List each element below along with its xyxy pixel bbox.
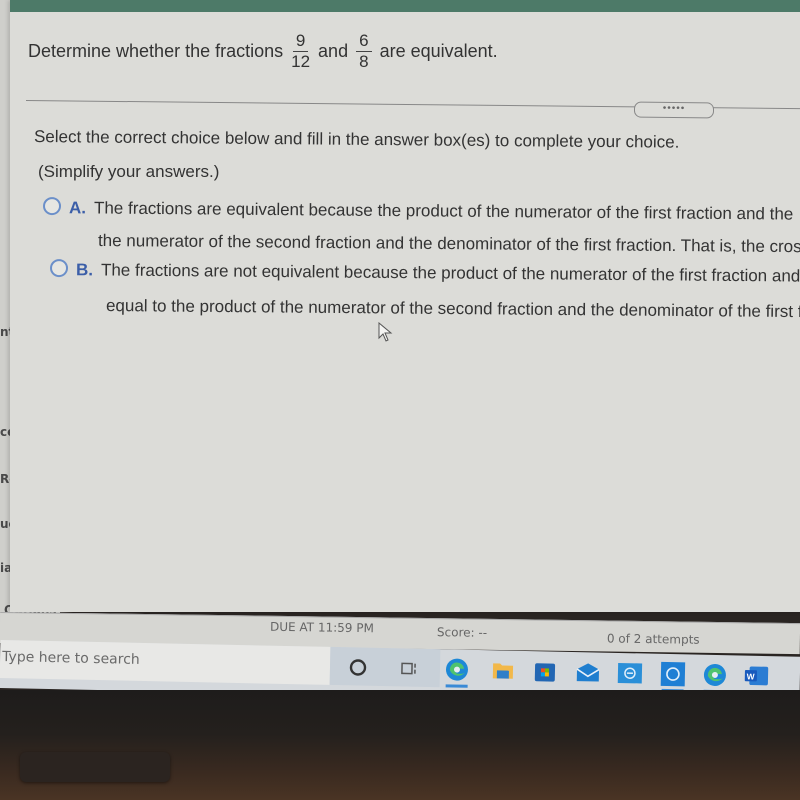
fraction-1-denominator: 12 — [291, 52, 311, 71]
svg-text:W: W — [747, 671, 755, 681]
fraction-2: 6 8 — [356, 32, 372, 71]
question-panel: Determine whether the fractions 9 12 and… — [10, 0, 800, 612]
expand-more-button[interactable]: ••••• — [633, 101, 715, 119]
radio-choice-b[interactable] — [49, 259, 69, 278]
edge-icon-2[interactable] — [702, 663, 728, 694]
word-icon[interactable]: W — [744, 664, 770, 695]
question-prefix: Determine whether the fractions — [28, 41, 284, 61]
choice-b-letter: B. — [75, 260, 94, 280]
app-icon[interactable] — [617, 661, 643, 686]
edge-icon[interactable] — [444, 657, 470, 688]
due-date: DUE AT 11:59 PM — [269, 619, 374, 636]
monitor-bezel — [0, 690, 800, 800]
choice-a[interactable]: A. The fractions are equivalent because t… — [42, 197, 794, 225]
question-connector: and — [318, 41, 349, 61]
taskbar-search-input[interactable] — [0, 640, 325, 681]
choice-a-text-line2: the numerator of the second fraction and… — [97, 231, 800, 257]
radio-choice-a[interactable] — [42, 197, 62, 216]
cortana-icon[interactable] — [345, 655, 371, 680]
choice-b[interactable]: B. The fractions are not equivalent becau… — [49, 259, 800, 287]
simplify-note: (Simplify your answers.) — [38, 162, 220, 181]
choice-a-text-line1: The fractions are equivalent because the… — [93, 198, 794, 224]
choice-b-text-line1: The fractions are not equivalent because… — [100, 260, 800, 286]
instruction-text: Select the correct choice below and fill… — [33, 127, 680, 152]
attempts-count: 0 of 2 attempts — [606, 631, 700, 647]
question-prompt: Determine whether the fractions 9 12 and… — [28, 32, 498, 71]
taskbar-search[interactable] — [0, 640, 331, 685]
screen: nts cess Resourc uccess ia Library Optio… — [0, 0, 800, 800]
fraction-2-denominator: 8 — [359, 52, 369, 71]
monitor-bezel-tab — [20, 752, 170, 782]
app-icon-2[interactable] — [660, 661, 686, 693]
mail-icon[interactable] — [575, 660, 601, 685]
question-suffix: are equivalent. — [379, 41, 498, 61]
file-explorer-icon[interactable] — [490, 658, 516, 683]
store-icon[interactable] — [532, 659, 558, 684]
mouse-cursor-icon — [378, 322, 393, 342]
task-view-icon[interactable] — [396, 656, 422, 681]
header-bar — [10, 0, 800, 12]
active-indicator — [445, 684, 468, 688]
score: Score: -- — [436, 625, 488, 640]
choice-a-letter: A. — [68, 198, 87, 218]
fraction-1-numerator: 9 — [292, 32, 309, 52]
fraction-2-numerator: 6 — [356, 32, 372, 52]
choice-b-text-line2: equal to the product of the numerator of… — [105, 296, 800, 322]
fraction-1: 9 12 — [291, 32, 310, 71]
